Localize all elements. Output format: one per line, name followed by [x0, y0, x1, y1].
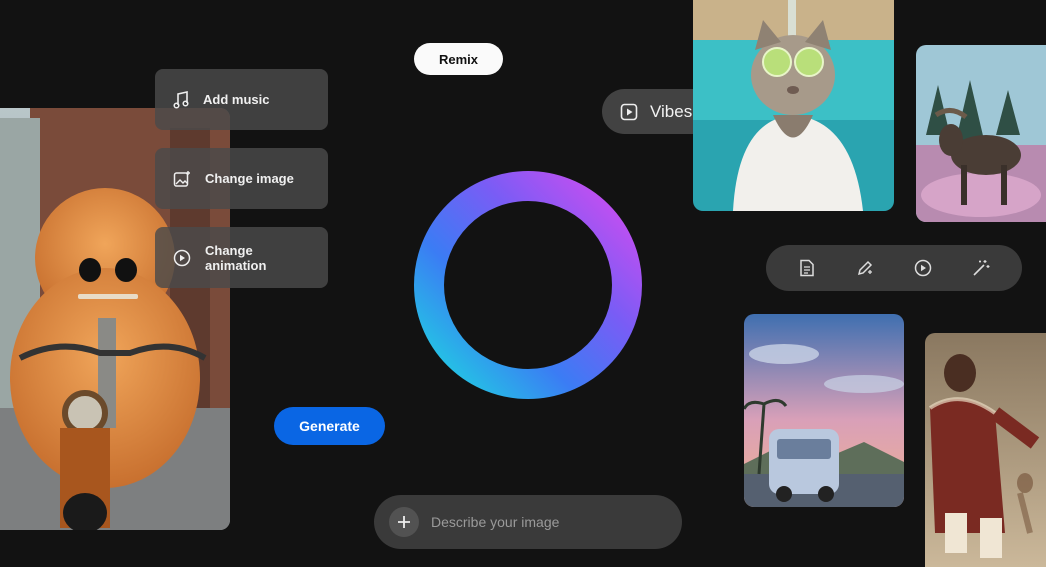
change-animation-label: Change animation — [205, 242, 267, 273]
prompt-bar[interactable]: Describe your image — [374, 495, 682, 549]
prompt-placeholder[interactable]: Describe your image — [431, 514, 559, 530]
magic-wand-icon — [973, 260, 990, 276]
add-music-label: Add music — [203, 92, 270, 107]
generate-button[interactable]: Generate — [274, 407, 385, 445]
vibes-label: Vibes — [650, 101, 693, 121]
plus-icon — [398, 516, 410, 528]
music-note-icon — [173, 90, 189, 109]
generate-label: Generate — [299, 418, 360, 434]
pencil-sparkle-icon — [857, 260, 873, 276]
soccer-photo-art — [925, 333, 1046, 567]
change-animation-button[interactable]: Change animation — [155, 227, 328, 288]
edit-button[interactable] — [845, 248, 885, 288]
van-art — [744, 314, 904, 507]
moose-photo[interactable] — [916, 45, 1046, 222]
change-image-button[interactable]: Change image — [155, 148, 328, 209]
play-square-icon — [620, 103, 638, 120]
loading-ring — [414, 171, 642, 399]
add-attachment-button[interactable] — [389, 507, 419, 537]
edit-toolbar — [766, 245, 1022, 291]
cat-pool-photo[interactable] — [693, 0, 894, 211]
van-illustration[interactable] — [744, 314, 904, 507]
change-image-label: Change image — [205, 171, 294, 186]
document-icon — [800, 259, 814, 277]
magic-button[interactable] — [961, 248, 1001, 288]
image-edit-icon — [173, 170, 190, 187]
moose-photo-art — [916, 45, 1046, 222]
animate-button[interactable] — [903, 248, 943, 288]
remix-label: Remix — [438, 51, 479, 67]
remix-button[interactable]: Remix — [414, 43, 503, 75]
document-button[interactable] — [787, 248, 827, 288]
play-circle-icon — [173, 249, 191, 266]
play-circle-icon — [914, 259, 932, 277]
cat-photo-art — [693, 0, 894, 211]
soccer-player-photo[interactable] — [925, 333, 1046, 567]
add-music-button[interactable]: Add music — [155, 69, 328, 130]
